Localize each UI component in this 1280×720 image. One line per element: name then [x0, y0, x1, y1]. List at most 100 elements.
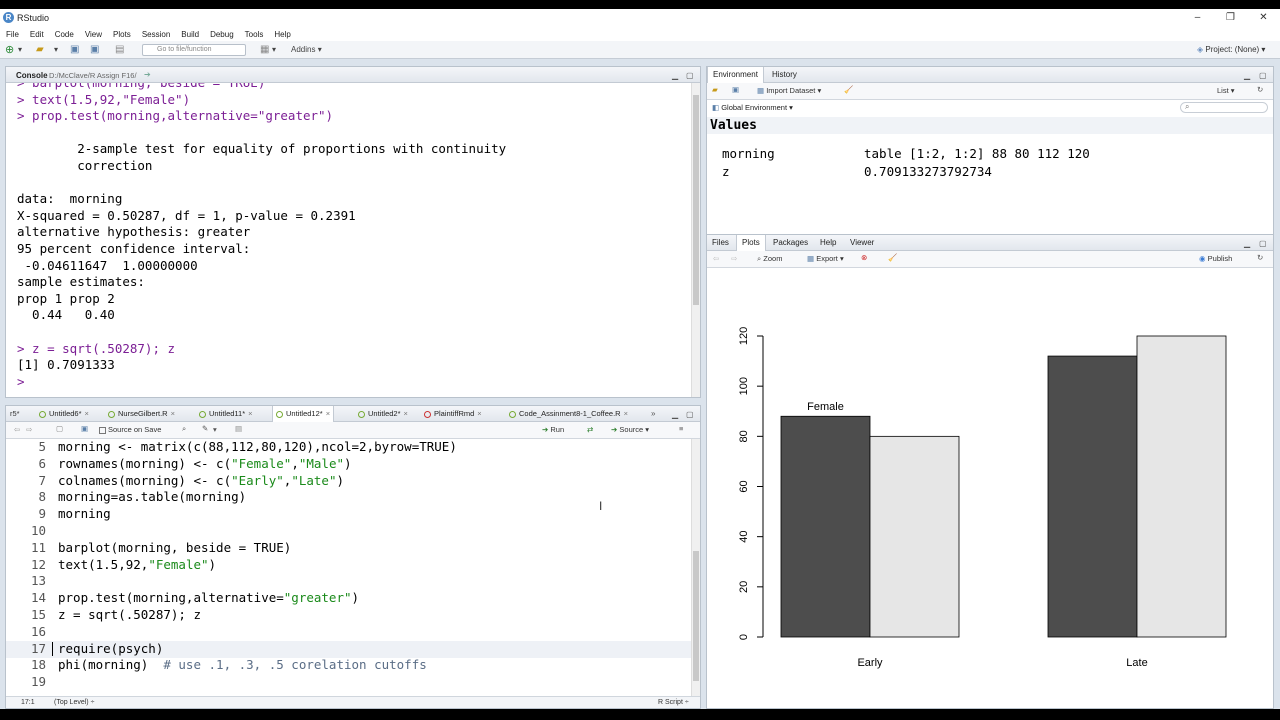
new-file-icon[interactable]: ⊕ — [5, 44, 14, 56]
maximize-pane-icon[interactable]: ▢ — [686, 71, 694, 80]
menu-plots[interactable]: Plots — [113, 30, 131, 39]
menu-view[interactable]: View — [85, 30, 102, 39]
grid-layout-icon[interactable]: ▦ — [260, 44, 269, 56]
load-workspace-icon[interactable]: ▰ — [712, 85, 718, 94]
rerun-icon[interactable]: ⇄ — [587, 425, 593, 434]
console-scroll-thumb[interactable] — [693, 95, 699, 305]
view-mode-menu[interactable]: List ▾ — [1217, 86, 1235, 95]
close-tab-icon[interactable]: × — [171, 409, 175, 418]
close-tab-icon[interactable]: × — [624, 409, 628, 418]
minimize-button[interactable]: – — [1181, 9, 1214, 27]
open-folder-icon[interactable]: ▰ — [36, 44, 44, 56]
run-button[interactable]: ➔ Run — [542, 425, 564, 434]
scope-menu[interactable]: (Top Level) ÷ — [54, 697, 94, 708]
editor-scrollbar[interactable] — [691, 439, 700, 696]
source-button[interactable]: ➔ Source ▾ — [611, 425, 649, 434]
editor-scroll-thumb[interactable] — [693, 551, 699, 681]
search-icon[interactable]: ⌕ — [182, 424, 186, 434]
console-scrollbar[interactable] — [691, 83, 700, 397]
forward-arrow-icon[interactable]: ⇨ — [731, 254, 737, 263]
maximize-button[interactable]: ❐ — [1214, 9, 1247, 27]
maximize-pane-icon[interactable]: ▢ — [1259, 71, 1267, 80]
code-line[interactable]: prop.test(morning,alternative="greater") — [58, 590, 359, 607]
environment-search-input[interactable]: ⌕ — [1180, 102, 1268, 113]
menu-help[interactable]: Help — [274, 30, 290, 39]
code-line[interactable]: rownames(morning) <- c("Female","Male") — [58, 456, 352, 473]
minimize-pane-icon[interactable]: ▁ — [1244, 239, 1250, 248]
env-var-name[interactable]: z — [722, 164, 730, 179]
print-icon[interactable]: ▤ — [115, 44, 124, 56]
menu-build[interactable]: Build — [181, 30, 199, 39]
dropdown-arrow-icon[interactable]: ▾ — [213, 425, 217, 434]
close-tab-icon[interactable]: × — [326, 409, 330, 418]
dropdown-arrow-icon[interactable]: ▾ — [18, 44, 22, 56]
menu-edit[interactable]: Edit — [30, 30, 44, 39]
addins-menu[interactable]: Addins ▾ — [291, 44, 322, 56]
broom-icon[interactable]: 🧹 — [844, 85, 853, 94]
maximize-pane-icon[interactable]: ▢ — [1259, 239, 1267, 248]
code-line[interactable]: morning <- matrix(c(88,112,80,120),ncol=… — [58, 439, 457, 456]
code-line[interactable]: barplot(morning, beside = TRUE) — [58, 540, 291, 557]
env-var-name[interactable]: morning — [722, 146, 775, 161]
project-menu[interactable]: ◈ Project: (None) ▾ — [1197, 44, 1265, 56]
editor-tab[interactable]: NurseGilbert.R × — [105, 406, 178, 422]
export-button[interactable]: ▦ Export ▾ — [807, 254, 844, 263]
save-icon[interactable]: ▣ — [81, 424, 88, 433]
global-env-menu[interactable]: ◧ Global Environment ▾ — [712, 103, 793, 112]
source-on-save-checkbox[interactable]: Source on Save — [99, 425, 161, 434]
code-line[interactable]: morning=as.table(morning) — [58, 489, 246, 506]
import-dataset-button[interactable]: ▦ Import Dataset ▾ — [757, 86, 821, 95]
more-tabs-icon[interactable]: » — [651, 409, 655, 418]
tab-viewer[interactable]: Viewer — [845, 235, 879, 251]
minimize-pane-icon[interactable]: ▁ — [672, 410, 678, 419]
tab-files[interactable]: Files — [707, 235, 734, 251]
close-tab-icon[interactable]: × — [404, 409, 408, 418]
back-arrow-icon[interactable]: ⇦ — [713, 254, 719, 263]
tab-history[interactable]: History — [767, 67, 802, 83]
close-tab-icon[interactable]: × — [248, 409, 252, 418]
outline-icon[interactable]: ≡ — [679, 424, 683, 433]
tab-plots[interactable]: Plots — [736, 235, 766, 252]
close-tab-icon[interactable]: × — [477, 409, 481, 418]
remove-plot-icon[interactable]: ⊗ — [861, 253, 867, 262]
save-icon[interactable]: ▣ — [70, 44, 79, 56]
compile-report-icon[interactable]: ▤ — [235, 424, 242, 433]
editor-tab[interactable]: Untitled11* × — [196, 406, 256, 422]
dropdown-arrow-icon[interactable]: ▾ — [272, 44, 276, 56]
file-type-menu[interactable]: R Script ÷ — [658, 697, 689, 708]
console-output[interactable]: > barplot(morning, beside = TRUE)> text(… — [6, 83, 691, 397]
tab-environment[interactable]: Environment — [707, 67, 764, 84]
forward-arrow-icon[interactable]: ⇨ — [26, 425, 32, 434]
editor-tab-active[interactable]: Untitled12* × — [272, 406, 335, 423]
code-editor[interactable]: 5 morning <- matrix(c(88,112,80,120),ncol… — [6, 439, 691, 696]
code-line[interactable]: colnames(morning) <- c("Early","Late") — [58, 473, 344, 490]
publish-button[interactable]: ◉ Publish — [1199, 254, 1232, 263]
code-line[interactable]: morning — [58, 506, 111, 523]
code-line[interactable]: require(psych) — [58, 641, 163, 658]
menu-session[interactable]: Session — [142, 30, 170, 39]
menu-code[interactable]: Code — [55, 30, 74, 39]
menu-file[interactable]: File — [6, 30, 19, 39]
editor-tab[interactable]: PlaintiffRmd × — [421, 406, 485, 422]
code-line[interactable]: text(1.5,92,"Female") — [58, 557, 216, 574]
save-workspace-icon[interactable]: ▣ — [732, 85, 739, 94]
goto-file-input[interactable]: Go to file/function — [142, 44, 246, 56]
back-arrow-icon[interactable]: ⇦ — [14, 425, 20, 434]
close-button[interactable]: ✕ — [1247, 9, 1280, 27]
editor-tab-partial[interactable]: r5* — [7, 406, 23, 422]
minimize-pane-icon[interactable]: ▁ — [672, 71, 678, 80]
menu-tools[interactable]: Tools — [245, 30, 264, 39]
editor-tab[interactable]: Untitled2* × — [355, 406, 411, 422]
broom-icon[interactable]: 🧹 — [888, 253, 897, 262]
code-line[interactable]: phi(morning) # use .1, .3, .5 corelation… — [58, 657, 427, 674]
tab-packages[interactable]: Packages — [768, 235, 813, 251]
menu-debug[interactable]: Debug — [210, 30, 234, 39]
show-in-window-icon[interactable]: ▢ — [56, 424, 63, 433]
refresh-icon[interactable]: ↻ — [1257, 85, 1263, 94]
goto-dir-icon[interactable]: ➔ — [144, 70, 151, 79]
refresh-icon[interactable]: ↻ — [1257, 253, 1263, 262]
wand-icon[interactable]: ✎ — [202, 424, 208, 433]
editor-tab[interactable]: Code_Assinment8-1_Coffee.R × — [506, 406, 631, 422]
zoom-button[interactable]: ⌕ Zoom — [757, 254, 782, 264]
editor-tab[interactable]: Untitled6* × — [36, 406, 92, 422]
